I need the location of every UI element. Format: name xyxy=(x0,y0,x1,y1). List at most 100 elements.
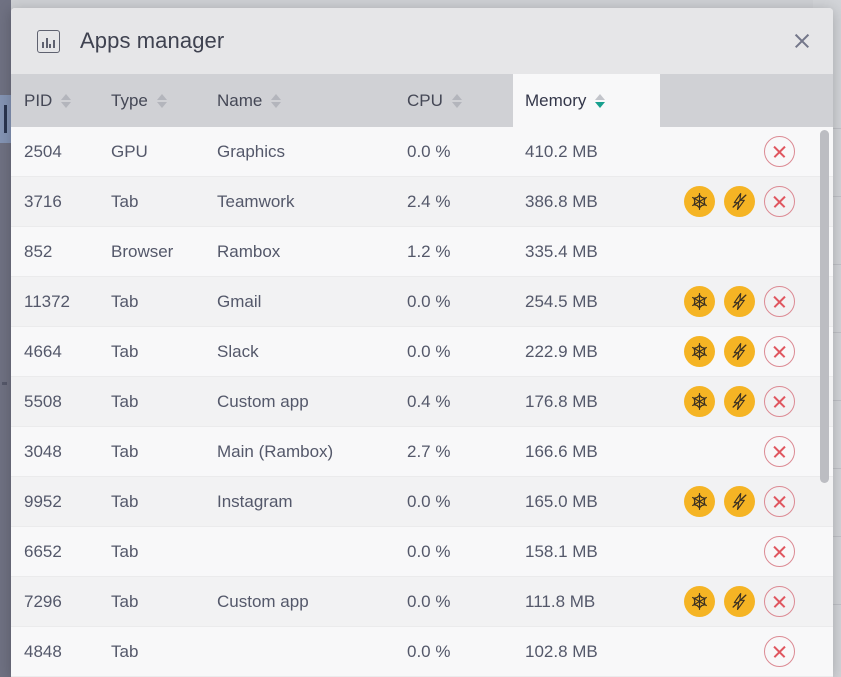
cell-type: Browser xyxy=(111,241,174,261)
cell-name: Custom app xyxy=(217,591,309,611)
cell-cpu: 2.4 % xyxy=(407,191,451,211)
sort-indicator-name[interactable] xyxy=(271,93,282,108)
cell-pid: 3716 xyxy=(24,191,62,211)
cell-pid: 4664 xyxy=(24,341,62,361)
column-header-type[interactable]: Type xyxy=(111,74,217,127)
cell-memory: 410.2 MB xyxy=(525,141,598,161)
cell-cpu: 0.0 % xyxy=(407,341,451,361)
sidebar-secondary-dot xyxy=(2,382,7,385)
snowflake-icon[interactable] xyxy=(684,286,715,317)
snowflake-icon[interactable] xyxy=(684,386,715,417)
table-row[interactable]: 7296 Tab Custom app 0.0 % 111.8 MB xyxy=(11,577,833,627)
cell-cpu: 0.0 % xyxy=(407,291,451,311)
table-row[interactable]: 6652 Tab 0.0 % 158.1 MB xyxy=(11,527,833,577)
cell-name: Rambox xyxy=(217,241,281,261)
table-row[interactable]: 5508 Tab Custom app 0.4 % 176.8 MB xyxy=(11,377,833,427)
table-row[interactable]: 852 Browser Rambox 1.2 % 335.4 MB xyxy=(11,227,833,277)
cell-actions xyxy=(660,436,822,467)
lightning-slash-icon[interactable] xyxy=(724,186,755,217)
lightning-slash-icon[interactable] xyxy=(724,586,755,617)
cell-actions xyxy=(660,186,822,217)
close-dialog-button[interactable] xyxy=(785,24,819,58)
cell-cpu: 0.0 % xyxy=(407,591,451,611)
close-circle-icon[interactable] xyxy=(764,636,795,667)
table-row[interactable]: 3048 Tab Main (Rambox) 2.7 % 166.6 MB xyxy=(11,427,833,477)
column-label-cpu: CPU xyxy=(407,90,443,110)
column-header-memory[interactable]: Memory xyxy=(513,74,660,127)
cell-pid: 7296 xyxy=(24,591,62,611)
cell-name: Custom app xyxy=(217,391,309,411)
cell-name: Slack xyxy=(217,341,259,361)
cell-actions xyxy=(660,286,822,317)
close-circle-icon[interactable] xyxy=(764,586,795,617)
cell-memory: 165.0 MB xyxy=(525,491,598,511)
table-row[interactable]: 4848 Tab 0.0 % 102.8 MB xyxy=(11,627,833,677)
cell-name: Teamwork xyxy=(217,191,295,211)
close-circle-icon[interactable] xyxy=(764,386,795,417)
lightning-slash-icon[interactable] xyxy=(724,336,755,367)
lightning-slash-icon[interactable] xyxy=(724,486,755,517)
column-header-pid[interactable]: PID xyxy=(11,74,111,127)
sort-indicator-cpu[interactable] xyxy=(451,93,462,108)
column-label-type: Type xyxy=(111,90,148,110)
close-circle-icon[interactable] xyxy=(764,186,795,217)
cell-memory: 158.1 MB xyxy=(525,541,598,561)
cell-actions xyxy=(660,486,822,517)
cell-pid: 9952 xyxy=(24,491,62,511)
snowflake-icon[interactable] xyxy=(684,486,715,517)
cell-memory: 254.5 MB xyxy=(525,291,598,311)
sort-indicator-memory[interactable] xyxy=(595,93,606,108)
cell-pid: 11372 xyxy=(24,291,71,311)
close-circle-icon[interactable] xyxy=(764,336,795,367)
close-circle-icon[interactable] xyxy=(764,436,795,467)
app-sidebar-rail[interactable] xyxy=(0,0,11,677)
column-label-name: Name xyxy=(217,90,263,110)
sort-indicator-pid[interactable] xyxy=(61,93,72,108)
cell-name: Graphics xyxy=(217,141,286,161)
dialog-title: Apps manager xyxy=(80,28,225,53)
cell-pid: 5508 xyxy=(24,391,62,411)
table-header-row: PID Type Name CPU Memory xyxy=(11,74,833,127)
snowflake-icon[interactable] xyxy=(684,186,715,217)
cell-actions xyxy=(660,386,822,417)
cell-memory: 176.8 MB xyxy=(525,391,598,411)
close-circle-icon[interactable] xyxy=(764,536,795,567)
snowflake-icon[interactable] xyxy=(684,336,715,367)
close-circle-icon[interactable] xyxy=(764,286,795,317)
cell-actions xyxy=(660,336,822,367)
close-circle-icon[interactable] xyxy=(764,136,795,167)
dialog-titlebar: Apps manager xyxy=(11,8,833,74)
cell-memory: 386.8 MB xyxy=(525,191,598,211)
table-row[interactable]: 4664 Tab Slack 0.0 % 222.9 MB xyxy=(11,327,833,377)
table-scrollbar-thumb[interactable] xyxy=(820,130,829,483)
column-header-cpu[interactable]: CPU xyxy=(407,74,513,127)
cell-actions xyxy=(660,636,822,667)
column-label-pid: PID xyxy=(24,90,53,110)
sort-indicator-type[interactable] xyxy=(156,93,167,108)
close-circle-icon[interactable] xyxy=(764,486,795,517)
cell-type: Tab xyxy=(111,641,139,661)
cell-pid: 2504 xyxy=(24,141,62,161)
cell-cpu: 1.2 % xyxy=(407,241,451,261)
sidebar-active-marker xyxy=(4,105,7,133)
cell-actions xyxy=(660,586,822,617)
cell-type: Tab xyxy=(111,441,139,461)
cell-memory: 102.8 MB xyxy=(525,641,598,661)
lightning-slash-icon[interactable] xyxy=(724,386,755,417)
column-header-name[interactable]: Name xyxy=(217,74,407,127)
lightning-slash-icon[interactable] xyxy=(724,286,755,317)
cell-cpu: 2.7 % xyxy=(407,441,451,461)
cell-cpu: 0.4 % xyxy=(407,391,451,411)
table-row[interactable]: 2504 GPU Graphics 0.0 % 410.2 MB xyxy=(11,127,833,177)
cell-type: GPU xyxy=(111,141,148,161)
cell-pid: 6652 xyxy=(24,541,62,561)
table-row[interactable]: 11372 Tab Gmail 0.0 % 254.5 MB xyxy=(11,277,833,327)
apps-table: PID Type Name CPU Memory 2504 GPU Graphics… xyxy=(11,74,833,677)
table-body: 2504 GPU Graphics 0.0 % 410.2 MB 3716 Tab Teamw… xyxy=(11,127,833,677)
cell-cpu: 0.0 % xyxy=(407,541,451,561)
snowflake-icon[interactable] xyxy=(684,586,715,617)
cell-pid: 4848 xyxy=(24,641,62,661)
bar-chart-icon xyxy=(37,29,60,53)
table-row[interactable]: 9952 Tab Instagram 0.0 % 165.0 MB xyxy=(11,477,833,527)
table-row[interactable]: 3716 Tab Teamwork 2.4 % 386.8 MB xyxy=(11,177,833,227)
